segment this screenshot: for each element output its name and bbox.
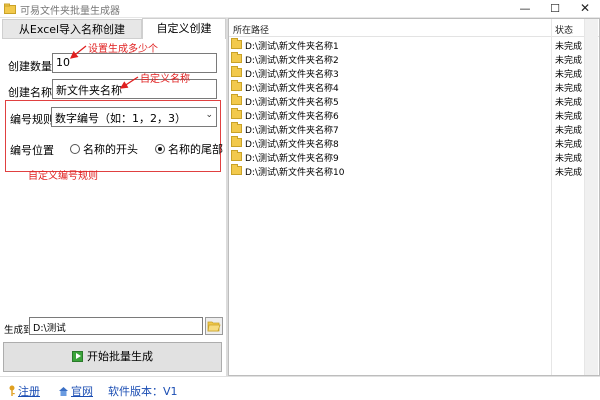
start-generate-button[interactable]: 开始批量生成: [3, 342, 222, 372]
radio-unchecked-icon: [70, 144, 80, 154]
chevron-down-icon: ⌄: [205, 110, 213, 120]
output-path-input[interactable]: D:\测试: [29, 317, 203, 335]
position-label: 编号位置: [10, 144, 54, 157]
radio-start-label: 名称的开头: [83, 143, 138, 156]
register-link[interactable]: 注册: [8, 383, 40, 399]
list-item[interactable]: D:\测试\新文件夹名称5 未完成: [229, 94, 599, 108]
list-item[interactable]: D:\测试\新文件夹名称8 未完成: [229, 136, 599, 150]
home-icon: [59, 387, 68, 396]
tab-excel-import[interactable]: 从Excel导入名称创建: [2, 19, 142, 39]
folder-icon: [231, 66, 242, 77]
list-item[interactable]: D:\测试\新文件夹名称10 未完成: [229, 164, 599, 178]
list-item-status: 未完成: [555, 42, 583, 52]
list-item-path: D:\测试\新文件夹名称8: [245, 140, 339, 150]
list-item[interactable]: D:\测试\新文件夹名称4 未完成: [229, 80, 599, 94]
folder-icon: [231, 122, 242, 133]
folder-icon: [231, 136, 242, 147]
tab-custom-create[interactable]: 自定义创建: [142, 18, 226, 39]
folder-icon: [231, 94, 242, 105]
column-header-path[interactable]: 所在路径: [233, 23, 269, 36]
list-item-status: 未完成: [555, 98, 583, 108]
list-item-path: D:\测试\新文件夹名称1: [245, 42, 339, 52]
list-item-status: 未完成: [555, 56, 583, 66]
vertical-scrollbar[interactable]: [584, 19, 598, 375]
folder-icon: [231, 80, 242, 91]
version-text: 软件版本：V1: [108, 385, 178, 398]
list-item[interactable]: D:\测试\新文件夹名称3 未完成: [229, 66, 599, 80]
list-item-path: D:\测试\新文件夹名称9: [245, 154, 339, 164]
list-item[interactable]: D:\测试\新文件夹名称6 未完成: [229, 108, 599, 122]
radio-end-label: 名称的尾部: [168, 143, 223, 156]
start-button-label: 开始批量生成: [87, 350, 153, 363]
list-item-path: D:\测试\新文件夹名称2: [245, 56, 339, 66]
count-input[interactable]: 10: [52, 53, 217, 73]
list-item-status: 未完成: [555, 84, 583, 94]
left-panel: 从Excel导入名称创建 自定义创建 创建数量 10 创建名称 新文件夹名称 编…: [0, 18, 226, 376]
list-item-path: D:\测试\新文件夹名称7: [245, 126, 339, 136]
list-item-status: 未完成: [555, 112, 583, 122]
play-icon: [72, 351, 83, 362]
list-item[interactable]: D:\测试\新文件夹名称9 未完成: [229, 150, 599, 164]
folder-icon: [231, 164, 242, 175]
radio-position-start[interactable]: 名称的开头: [70, 141, 138, 157]
rule-select-value: 数字编号（如：1，2，3）: [55, 112, 186, 125]
list-item-path: D:\测试\新文件夹名称6: [245, 112, 339, 122]
website-label: 官网: [71, 385, 93, 398]
radio-checked-icon: [155, 144, 165, 154]
minimize-button[interactable]: —: [510, 0, 540, 17]
list-item[interactable]: D:\测试\新文件夹名称7 未完成: [229, 122, 599, 136]
list-item-status: 未完成: [555, 154, 583, 164]
list-item-status: 未完成: [555, 140, 583, 150]
register-label: 注册: [18, 385, 40, 398]
rule-select[interactable]: 数字编号（如：1，2，3） ⌄: [51, 107, 217, 127]
close-button[interactable]: ✕: [570, 0, 600, 17]
list-item[interactable]: D:\测试\新文件夹名称1 未完成: [229, 38, 599, 52]
status-bar: 注册 官网 软件版本：V1: [0, 376, 600, 400]
list-item-path: D:\测试\新文件夹名称4: [245, 84, 339, 94]
column-header-status[interactable]: 状态: [555, 23, 573, 36]
list-header: 所在路径 状态: [229, 19, 599, 37]
list-item-path: D:\测试\新文件夹名称5: [245, 98, 339, 108]
list-item[interactable]: D:\测试\新文件夹名称2 未完成: [229, 52, 599, 66]
radio-position-end[interactable]: 名称的尾部: [155, 141, 223, 157]
name-label: 创建名称: [8, 86, 52, 99]
list-item-status: 未完成: [555, 168, 583, 178]
folder-icon: [231, 38, 242, 49]
list-item-path: D:\测试\新文件夹名称10: [245, 168, 345, 178]
folder-icon: [231, 52, 242, 63]
window-title: 可易文件夹批量生成器: [20, 6, 120, 17]
folder-list: 所在路径 状态 D:\测试\新文件夹名称1 未完成 D:\测试\新文件夹名称2 未完…: [228, 18, 600, 376]
folder-open-icon: [207, 321, 221, 332]
folder-icon: [231, 150, 242, 161]
annotation-count: 设置生成多少个: [88, 44, 158, 55]
website-link[interactable]: 官网: [58, 383, 93, 399]
maximize-button[interactable]: ☐: [540, 0, 570, 17]
list-item-status: 未完成: [555, 126, 583, 136]
key-icon: [9, 385, 15, 396]
count-label: 创建数量: [8, 60, 52, 73]
list-item-path: D:\测试\新文件夹名称3: [245, 70, 339, 80]
annotation-rule: 自定义编号规则: [28, 171, 98, 182]
app-icon: [4, 3, 16, 14]
browse-folder-button[interactable]: [205, 317, 223, 335]
annotation-name: 自定义名称: [140, 74, 190, 85]
rule-label: 编号规则: [10, 113, 54, 126]
title-bar: 可易文件夹批量生成器 — ☐ ✕: [0, 0, 600, 18]
list-item-status: 未完成: [555, 70, 583, 80]
folder-icon: [231, 108, 242, 119]
name-input[interactable]: 新文件夹名称: [52, 79, 217, 99]
